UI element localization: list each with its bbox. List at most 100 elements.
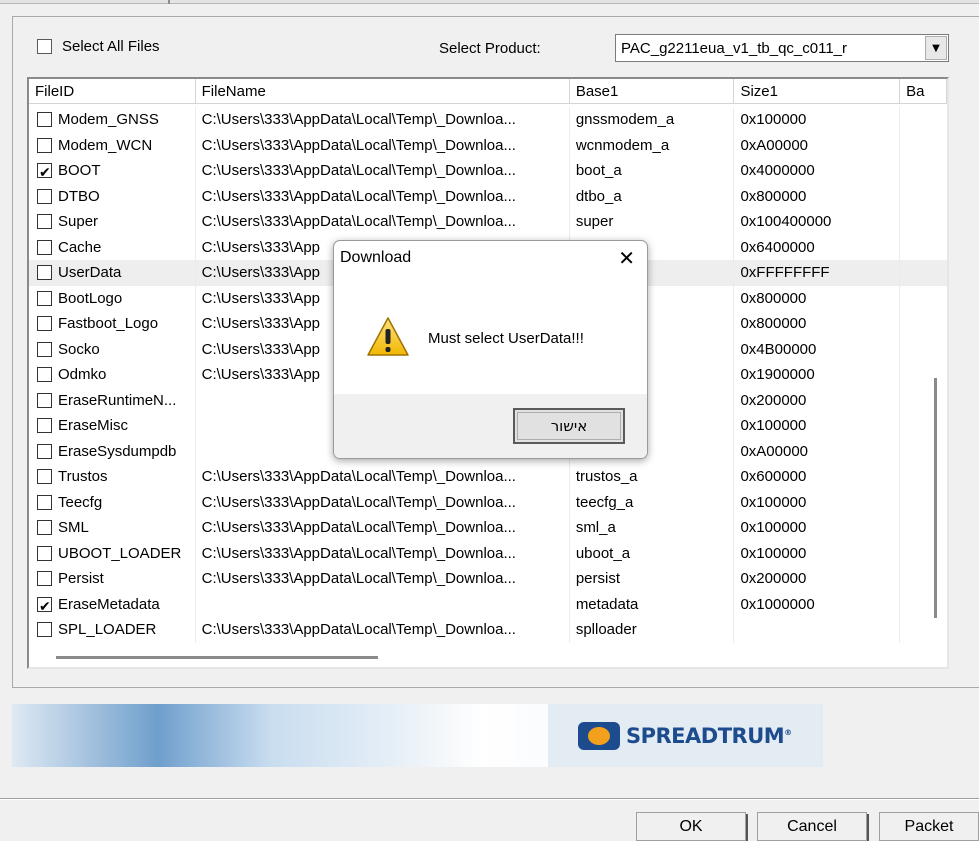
row-checkbox[interactable]	[37, 545, 52, 561]
packet-button[interactable]: Packet	[879, 812, 979, 841]
cell-fileid: Socko	[29, 336, 196, 362]
table-row[interactable]: SML C:\Users\333\AppData\Local\Temp\_Down…	[29, 515, 947, 541]
table-row[interactable]: UBOOT_LOADER C:\Users\333\AppData\Local\T…	[29, 540, 947, 566]
row-checkbox[interactable]	[37, 418, 52, 434]
cell-fileid: Modem_WCN	[29, 132, 196, 158]
cell-fileid: Cache	[29, 234, 196, 260]
row-checkbox[interactable]	[37, 161, 52, 184]
row-checkbox[interactable]	[37, 622, 52, 638]
row-checkbox[interactable]	[37, 265, 52, 281]
ok-button[interactable]: OK	[636, 812, 746, 841]
table-row[interactable]: Persist C:\Users\333\AppData\Local\Temp\_…	[29, 566, 947, 592]
cell-fileid: SML	[29, 515, 196, 541]
cell-size1	[734, 617, 901, 643]
row-checkbox[interactable]	[37, 571, 52, 587]
close-icon[interactable]: ✕	[618, 246, 635, 270]
cell-size1: 0x100000	[734, 540, 901, 566]
button-divider	[746, 814, 748, 841]
cell-fileid: UBOOT_LOADER	[29, 540, 196, 566]
row-checkbox[interactable]	[37, 341, 52, 357]
column-header-base1[interactable]: Base1	[570, 79, 735, 104]
column-header-ba[interactable]: Ba	[900, 79, 947, 104]
cell-size1: 0x4000000	[734, 158, 901, 184]
cell-fileid: UserData	[29, 260, 196, 286]
cell-size1: 0x100400000	[734, 209, 901, 235]
row-checkbox[interactable]	[37, 290, 52, 306]
horizontal-scrollbar[interactable]	[56, 656, 378, 659]
row-checkbox[interactable]	[37, 520, 52, 536]
row-checkbox[interactable]	[37, 443, 52, 459]
cell-size1: 0xA00000	[734, 132, 901, 158]
row-checkbox[interactable]	[37, 214, 52, 230]
fileid-text: Cache	[58, 238, 102, 256]
cell-fileid: EraseMisc	[29, 413, 196, 439]
product-dropdown[interactable]: PAC_g2211eua_v1_tb_qc_c011_r ▼	[615, 34, 949, 62]
cell-size1: 0x200000	[734, 387, 901, 413]
row-checkbox[interactable]	[37, 595, 52, 617]
table-row[interactable]: BOOT C:\Users\333\AppData\Local\Temp\_Dow…	[29, 158, 947, 184]
column-header-size1[interactable]: Size1	[734, 79, 901, 104]
checkbox-box[interactable]	[37, 39, 52, 54]
fileid-text: Super	[58, 213, 99, 230]
dialog-ok-label: אישור	[517, 412, 621, 440]
cell-ba	[900, 286, 947, 312]
row-checkbox[interactable]	[37, 316, 52, 332]
row-checkbox[interactable]	[37, 469, 52, 485]
column-header-fileid[interactable]: FileID	[29, 79, 196, 104]
select-all-label: Select All Files	[62, 38, 160, 55]
table-row[interactable]: Modem_GNSS C:\Users\333\AppData\Local\Tem…	[29, 107, 947, 133]
table-row[interactable]: Modem_WCN C:\Users\333\AppData\Local\Temp…	[29, 132, 947, 159]
cell-ba	[900, 260, 947, 286]
separator	[0, 798, 979, 800]
warning-icon	[366, 315, 410, 363]
cell-fileid: Teecfg	[29, 489, 196, 515]
cell-ba	[900, 133, 947, 159]
fileid-text: Trustos	[58, 468, 108, 485]
table-row[interactable]: EraseMetadata metadata0x1000000	[29, 591, 947, 617]
table-row[interactable]: DTBO C:\Users\333\AppData\Local\Temp\_Dow…	[29, 183, 947, 209]
cell-ba	[900, 107, 947, 133]
cell-filename: C:\Users\333\AppData\Local\Temp\_Downloa…	[196, 209, 570, 235]
product-dropdown-value: PAC_g2211eua_v1_tb_qc_c011_r	[621, 39, 848, 57]
fileid-text: UserData	[58, 264, 122, 281]
vertical-scrollbar[interactable]	[934, 378, 937, 618]
table-row[interactable]: SPL_LOADER C:\Users\333\AppData\Local\Tem…	[29, 617, 947, 643]
fileid-text: BOOT	[58, 162, 101, 179]
row-checkbox[interactable]	[37, 494, 52, 510]
fileid-text: EraseMisc	[58, 417, 129, 434]
column-header-filename[interactable]: FileName	[196, 79, 570, 104]
fileid-text: UBOOT_LOADER	[58, 544, 182, 562]
cell-ba	[900, 617, 947, 643]
row-checkbox[interactable]	[37, 239, 52, 255]
fileid-text: Persist	[58, 570, 104, 587]
table-row[interactable]: Trustos C:\Users\333\AppData\Local\Temp\_…	[29, 464, 947, 490]
cell-base1: boot_a	[570, 158, 735, 184]
spreadtrum-logo-icon	[578, 721, 620, 750]
cell-size1: 0xFFFFFFFF	[734, 260, 901, 286]
cell-ba	[900, 235, 947, 261]
cell-filename: C:\Users\333\AppData\Local\Temp\_Downloa…	[196, 107, 570, 133]
row-checkbox[interactable]	[37, 112, 52, 128]
row-checkbox[interactable]	[37, 137, 52, 153]
fileid-text: BootLogo	[58, 289, 123, 307]
cell-ba	[900, 464, 947, 490]
cell-size1: 0x1000000	[734, 591, 901, 617]
cell-fileid: EraseRuntimeN...	[29, 387, 196, 413]
cancel-button[interactable]: Cancel	[757, 812, 867, 841]
cell-base1: trustos_a	[570, 464, 735, 490]
row-checkbox[interactable]	[37, 367, 52, 383]
table-row[interactable]: Super C:\Users\333\AppData\Local\Temp\_Do…	[29, 209, 947, 235]
logo-area: SPREADTRUM®	[548, 704, 823, 767]
dropdown-arrow-icon[interactable]: ▼	[925, 36, 947, 60]
table-row[interactable]: Teecfg C:\Users\333\AppData\Local\Temp\_D…	[29, 489, 947, 515]
cell-size1: 0x600000	[734, 464, 901, 490]
row-checkbox[interactable]	[37, 188, 52, 204]
cell-fileid: EraseSysdumpdb	[29, 438, 196, 464]
select-all-checkbox[interactable]: Select All Files	[37, 38, 160, 55]
fileid-text: SML	[58, 519, 89, 536]
dialog-ok-button[interactable]: אישור	[513, 408, 625, 444]
row-checkbox[interactable]	[37, 392, 52, 408]
fileid-text: Teecfg	[58, 493, 103, 511]
cell-ba	[900, 515, 947, 541]
cell-size1: 0x100000	[734, 413, 901, 439]
